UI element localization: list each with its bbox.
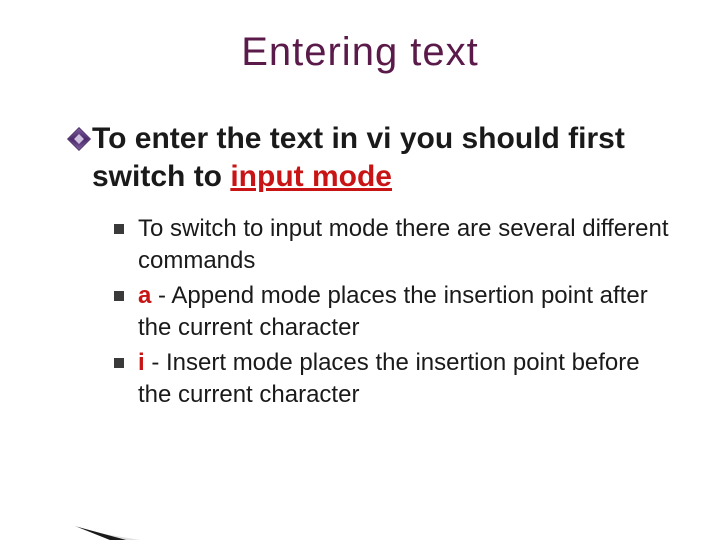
slide: Entering text To enter the text in vi yo… [0, 0, 720, 540]
sub-bullet: a - Append mode places the insertion poi… [114, 280, 670, 345]
sub-bullet-text: i - Insert mode places the insertion poi… [138, 347, 670, 412]
sub-bullet-sep: - [145, 349, 166, 376]
corner-decoration [0, 440, 260, 540]
main-bullet-highlight: input mode [230, 160, 392, 193]
sub-bullet-rest: Insert mode places the insertion point b… [138, 349, 640, 408]
sub-bullet: To switch to input mode there are severa… [114, 213, 670, 278]
square-icon [114, 358, 124, 368]
sub-bullet-text: a - Append mode places the insertion poi… [138, 280, 670, 345]
main-bullet-text: To enter the text in vi you should first… [92, 120, 670, 195]
sub-bullet-list: To switch to input mode there are severa… [114, 213, 670, 411]
square-icon [114, 224, 124, 234]
sub-bullet-rest: Append mode places the insertion point a… [138, 282, 648, 341]
square-icon [114, 291, 124, 301]
sub-bullet-rest: To switch to input mode there are severa… [138, 215, 669, 274]
slide-body: To enter the text in vi you should first… [70, 120, 670, 413]
main-bullet: To enter the text in vi you should first… [70, 120, 670, 195]
sub-bullet: i - Insert mode places the insertion poi… [114, 347, 670, 412]
diamond-icon [70, 130, 88, 148]
sub-bullet-key: i [138, 349, 145, 376]
sub-bullet-text: To switch to input mode there are severa… [138, 213, 670, 278]
sub-bullet-key: a [138, 282, 151, 309]
slide-title: Entering text [0, 30, 720, 75]
sub-bullet-sep: - [151, 282, 171, 309]
